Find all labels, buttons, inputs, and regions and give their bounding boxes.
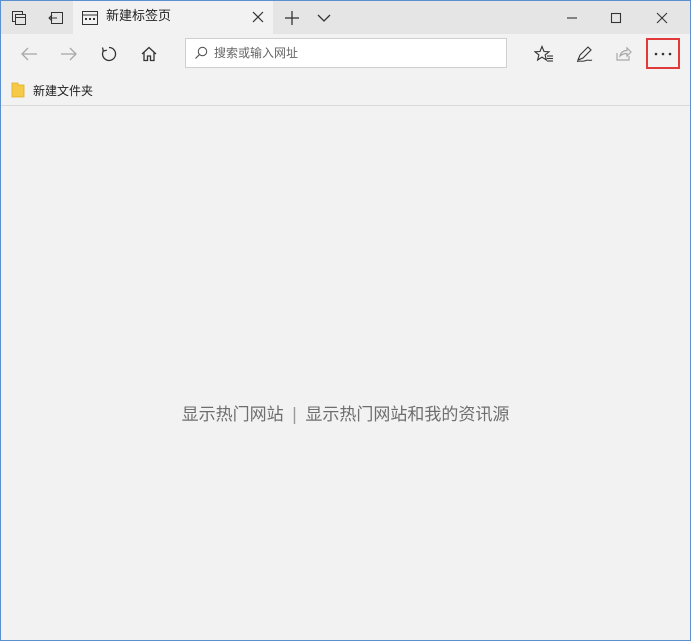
- close-icon: [656, 12, 668, 23]
- folder-icon: [11, 82, 25, 98]
- browser-window: 新建标签页 搜索或输入网址 新建文件夹 显示热门网站 | 显示热门网站和我的资讯…: [0, 0, 691, 641]
- show-top-sites-and-feed-link[interactable]: 显示热门网站和我的资讯源: [305, 405, 509, 425]
- tab-preview-toggle[interactable]: [309, 1, 339, 34]
- web-note-button[interactable]: [565, 36, 603, 72]
- tab-title: 新建标签页: [106, 9, 172, 24]
- settings-and-more-button[interactable]: [646, 38, 680, 69]
- minimize-button[interactable]: [549, 1, 595, 34]
- tab-new-tab[interactable]: 新建标签页: [73, 1, 273, 34]
- maximize-icon: [610, 12, 622, 23]
- home-icon: [141, 46, 157, 62]
- restore-tabs-icon: [48, 10, 64, 26]
- title-bar: 新建标签页: [1, 1, 690, 34]
- chevron-down-icon: [317, 14, 331, 22]
- new-tab-page-icon: [81, 9, 99, 27]
- favorites-star-icon: [534, 45, 553, 62]
- more-dots-icon: [654, 52, 672, 55]
- tabs-aside-icon: [11, 10, 27, 26]
- new-tab-options: 显示热门网站 | 显示热门网站和我的资讯源: [1, 400, 690, 425]
- share-icon: [616, 46, 632, 61]
- refresh-button[interactable]: [90, 36, 128, 72]
- minimize-icon: [567, 16, 577, 19]
- search-icon: [194, 46, 208, 60]
- favorites-folder-label: 新建文件夹: [33, 83, 94, 98]
- refresh-icon: [101, 46, 117, 62]
- options-separator: |: [291, 405, 298, 425]
- navigation-bar: [1, 34, 690, 74]
- forward-arrow-icon: [61, 47, 77, 61]
- back-button[interactable]: [10, 36, 48, 72]
- show-top-sites-link[interactable]: 显示热门网站: [182, 405, 284, 425]
- address-input[interactable]: [214, 39, 499, 67]
- tab-close-button[interactable]: [249, 8, 267, 26]
- new-tab-button[interactable]: [277, 1, 307, 34]
- tabs-aside-button[interactable]: [1, 1, 37, 34]
- back-arrow-icon: [21, 47, 37, 61]
- close-icon: [252, 11, 264, 23]
- maximize-button[interactable]: [593, 1, 639, 34]
- favorites-hub-button[interactable]: [525, 36, 563, 72]
- favorites-bar: 新建文件夹: [1, 74, 690, 106]
- new-tab-content: 显示热门网站 | 显示热门网站和我的资讯源: [1, 106, 690, 640]
- restore-tabs-button[interactable]: [38, 1, 74, 34]
- forward-button[interactable]: [50, 36, 88, 72]
- home-button[interactable]: [130, 36, 168, 72]
- share-button[interactable]: [604, 36, 642, 72]
- plus-icon: [285, 10, 299, 25]
- address-bar[interactable]: [185, 38, 507, 68]
- pen-icon: [576, 46, 593, 62]
- close-window-button[interactable]: [639, 1, 685, 34]
- favorites-folder-item[interactable]: 新建文件夹: [11, 79, 93, 101]
